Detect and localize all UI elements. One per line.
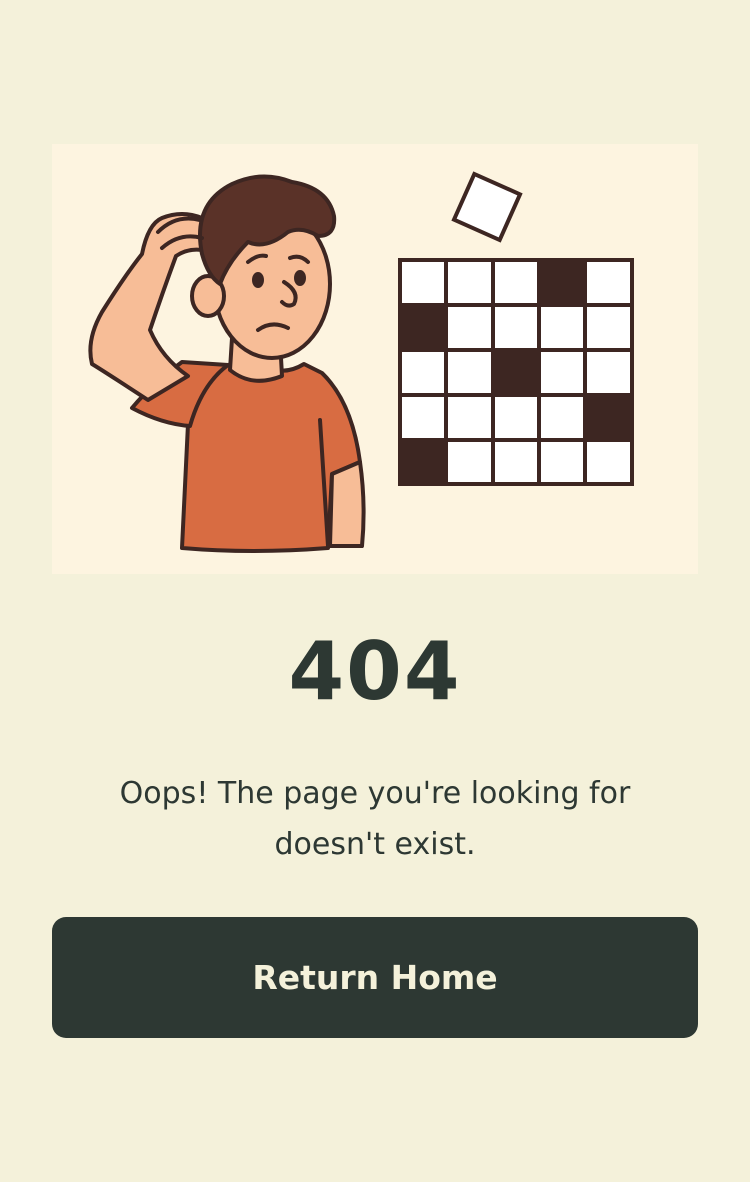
error-code: 404 [288,625,462,718]
confused-person-icon [88,174,366,553]
floating-tile-icon [451,171,523,243]
return-home-button[interactable]: Return Home [52,917,698,1038]
error-message: Oops! The page you're looking for doesn'… [119,776,631,862]
confused-person-crossword-illustration [52,144,698,574]
crossword-grid-icon [398,258,634,486]
